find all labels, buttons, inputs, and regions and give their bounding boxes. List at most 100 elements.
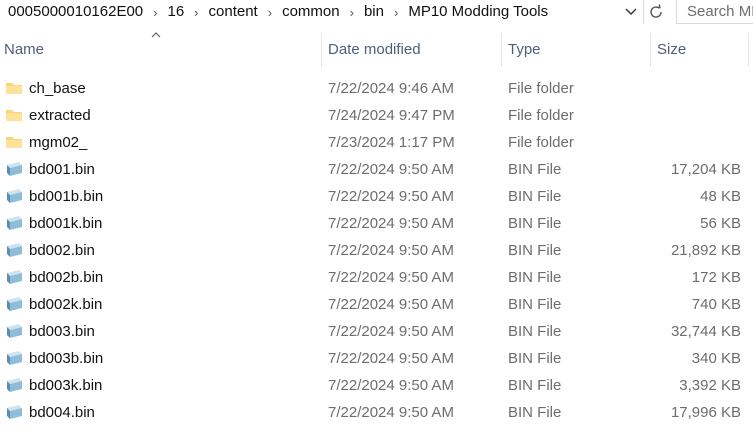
column-type[interactable]: Type	[508, 33, 541, 67]
file-name: bd003b.bin	[29, 350, 104, 367]
list-item[interactable]: bd003.bin 7/22/2024 9:50 AM BIN File 32,…	[0, 318, 753, 345]
file-size: 17,996 KB	[670, 404, 741, 421]
breadcrumb-16[interactable]: 16	[161, 0, 190, 24]
file-type: BIN File	[508, 188, 562, 205]
breadcrumb-mp10-modding-tools[interactable]: MP10 Modding Tools	[402, 0, 554, 24]
file-icon	[7, 378, 22, 392]
list-item[interactable]: bd001.bin 7/22/2024 9:50 AM BIN File 17,…	[0, 156, 753, 183]
file-icon	[7, 351, 22, 365]
list-item[interactable]: bd004.bin 7/22/2024 9:50 AM BIN File 17,…	[0, 399, 753, 426]
column-date-modified[interactable]: Date modified	[328, 33, 421, 67]
file-size: 340 KB	[691, 350, 741, 367]
file-date: 7/22/2024 9:50 AM	[328, 215, 454, 232]
file-name: bd002.bin	[29, 242, 95, 259]
file-name: bd004.bin	[29, 404, 95, 421]
list-item[interactable]: bd002b.bin 7/22/2024 9:50 AM BIN File 17…	[0, 264, 753, 291]
file-icon	[7, 405, 22, 419]
file-name: bd002b.bin	[29, 269, 104, 286]
folder-icon	[6, 83, 22, 94]
column-divider[interactable]	[321, 33, 322, 67]
file-type: BIN File	[508, 296, 562, 313]
file-type: BIN File	[508, 377, 562, 394]
file-name: bd001k.bin	[29, 215, 103, 232]
file-name: bd003.bin	[29, 323, 95, 340]
file-type: BIN File	[508, 404, 562, 421]
list-item[interactable]: bd003b.bin 7/22/2024 9:50 AM BIN File 34…	[0, 345, 753, 372]
breadcrumb-common[interactable]: common	[276, 0, 346, 24]
file-date: 7/22/2024 9:46 AM	[328, 80, 454, 97]
column-divider[interactable]	[748, 33, 749, 67]
file-size: 21,892 KB	[670, 242, 741, 259]
file-date: 7/24/2024 9:47 PM	[328, 107, 455, 124]
file-type: BIN File	[508, 323, 562, 340]
file-type: BIN File	[508, 269, 562, 286]
file-name: ch_base	[29, 80, 86, 97]
breadcrumb-separator-icon[interactable]: ›	[390, 5, 402, 20]
file-date: 7/22/2024 9:50 AM	[328, 323, 454, 340]
file-date: 7/23/2024 1:17 PM	[328, 134, 455, 151]
breadcrumb-separator-icon[interactable]: ›	[149, 5, 161, 20]
file-size: 17,204 KB	[670, 161, 741, 178]
breadcrumb-0005000010162e00[interactable]: 0005000010162E00	[0, 0, 149, 24]
file-name: bd001.bin	[29, 161, 95, 178]
list-item[interactable]: extracted 7/24/2024 9:47 PM File folder	[0, 102, 753, 129]
file-list: ch_base 7/22/2024 9:46 AM File folder ex…	[0, 75, 753, 426]
chevron-down-icon	[625, 8, 637, 15]
file-name: bd003k.bin	[29, 377, 103, 394]
file-type: File folder	[508, 107, 574, 124]
list-item[interactable]: mgm02_ 7/23/2024 1:17 PM File folder	[0, 129, 753, 156]
file-type: File folder	[508, 80, 574, 97]
file-date: 7/22/2024 9:50 AM	[328, 296, 454, 313]
file-icon	[7, 189, 22, 203]
file-date: 7/22/2024 9:50 AM	[328, 350, 454, 367]
file-name: bd001b.bin	[29, 188, 104, 205]
file-date: 7/22/2024 9:50 AM	[328, 161, 454, 178]
file-size: 48 KB	[700, 188, 741, 205]
file-icon	[7, 270, 22, 284]
file-icon	[7, 243, 22, 257]
list-item[interactable]: bd001k.bin 7/22/2024 9:50 AM BIN File 56…	[0, 210, 753, 237]
file-date: 7/22/2024 9:50 AM	[328, 242, 454, 259]
file-size: 56 KB	[700, 215, 741, 232]
file-name: mgm02_	[29, 134, 88, 151]
file-name: extracted	[29, 107, 91, 124]
search-input[interactable]: Search MP	[676, 0, 753, 24]
sort-ascending-icon	[151, 32, 161, 38]
breadcrumb-separator-icon[interactable]: ›	[264, 5, 276, 20]
file-icon	[7, 324, 22, 338]
address-history-button[interactable]	[620, 0, 642, 24]
column-divider[interactable]	[650, 33, 651, 67]
file-icon	[7, 297, 22, 311]
file-type: BIN File	[508, 350, 562, 367]
column-size[interactable]: Size	[657, 33, 686, 67]
breadcrumb-bin[interactable]: bin	[358, 0, 390, 24]
column-divider[interactable]	[501, 33, 502, 67]
list-item[interactable]: bd003k.bin 7/22/2024 9:50 AM BIN File 3,…	[0, 372, 753, 399]
file-size: 740 KB	[691, 296, 741, 313]
column-header: Name Date modified Type Size	[0, 32, 753, 67]
list-item[interactable]: bd001b.bin 7/22/2024 9:50 AM BIN File 48…	[0, 183, 753, 210]
file-type: BIN File	[508, 242, 562, 259]
file-size: 3,392 KB	[679, 377, 741, 394]
folder-icon	[6, 110, 22, 121]
file-date: 7/22/2024 9:50 AM	[328, 377, 454, 394]
file-date: 7/22/2024 9:50 AM	[328, 188, 454, 205]
file-icon	[7, 162, 22, 176]
breadcrumb-content[interactable]: content	[203, 0, 264, 24]
breadcrumb-separator-icon[interactable]: ›	[346, 5, 358, 20]
refresh-icon	[650, 4, 662, 18]
file-name: bd002k.bin	[29, 296, 103, 313]
list-item[interactable]: ch_base 7/22/2024 9:46 AM File folder	[0, 75, 753, 102]
list-item[interactable]: bd002.bin 7/22/2024 9:50 AM BIN File 21,…	[0, 237, 753, 264]
file-size: 172 KB	[691, 269, 741, 286]
refresh-button[interactable]	[643, 0, 668, 24]
file-icon	[7, 216, 22, 230]
column-name[interactable]: Name	[4, 33, 44, 67]
file-type: File folder	[508, 134, 574, 151]
breadcrumb-separator-icon[interactable]: ›	[190, 5, 202, 20]
file-type: BIN File	[508, 215, 562, 232]
file-date: 7/22/2024 9:50 AM	[328, 404, 454, 421]
file-size: 32,744 KB	[670, 323, 741, 340]
address-bar[interactable]: 0005000010162E00 › 16 › content › common…	[0, 0, 667, 24]
list-item[interactable]: bd002k.bin 7/22/2024 9:50 AM BIN File 74…	[0, 291, 753, 318]
